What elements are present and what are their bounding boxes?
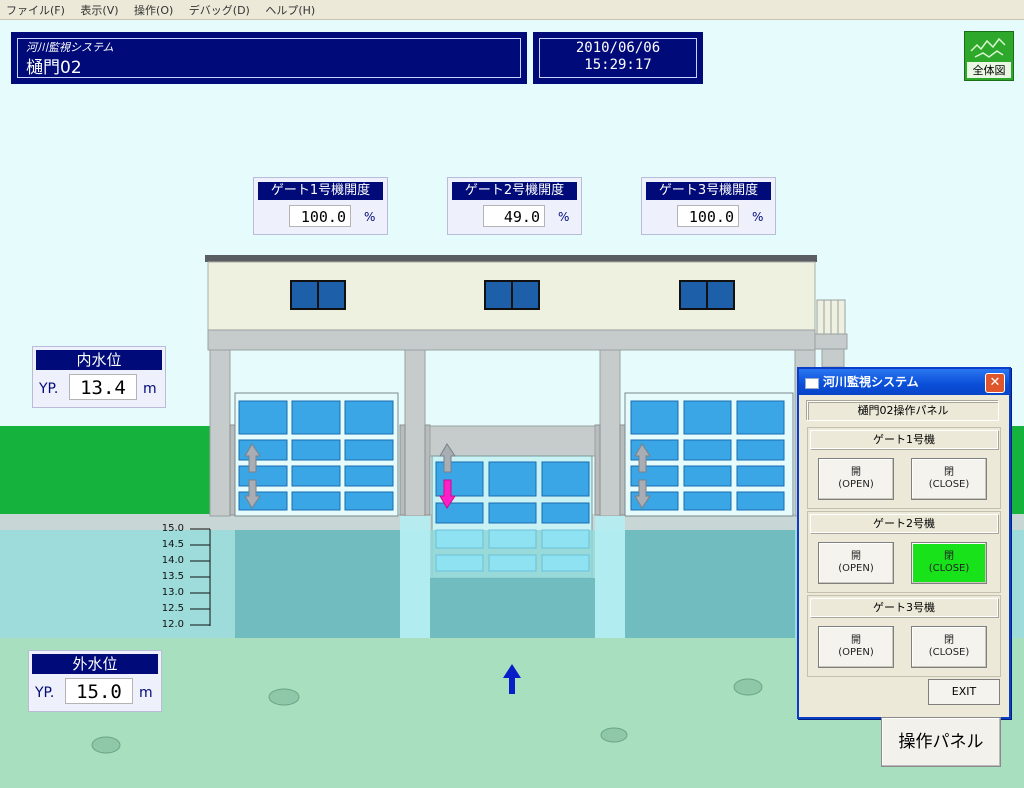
scale-label: 12.0: [161, 619, 184, 630]
gate-2-control-group: ゲート2号機 開 (OPEN) 閉 (CLOSE): [807, 511, 1001, 593]
inner-water-level-panel: 内水位 YP. 13.4 m: [32, 346, 166, 408]
current-time: 15:29:17: [584, 57, 652, 73]
outer-water-level-panel: 外水位 YP. 15.0 m: [28, 650, 162, 712]
button-line: 閉: [944, 467, 954, 478]
outer-water-label: 外水位: [32, 654, 158, 674]
scale-label: 13.5: [161, 571, 184, 582]
control-dialog: 河川監視システム ✕ 樋門02操作パネル ゲート1号機 開 (OPEN) 閉 (…: [797, 367, 1011, 719]
button-line: 閉: [944, 635, 954, 646]
gate-1-control-group: ゲート1号機 開 (OPEN) 閉 (CLOSE): [807, 427, 1001, 509]
gate-3-opening-label: ゲート3号機開度: [646, 182, 771, 200]
scale-label: 12.5: [161, 603, 184, 614]
inner-water-unit: m: [143, 381, 157, 397]
gate-3-open-button[interactable]: 開 (OPEN): [818, 626, 894, 668]
dialog-title-bar[interactable]: 河川監視システム: [799, 369, 1009, 395]
gate-2-opening-unit: %: [558, 210, 570, 224]
outer-water-value: 15.0: [65, 678, 133, 704]
button-line: (OPEN): [838, 479, 874, 490]
left-bank: [0, 426, 210, 516]
roof: [205, 255, 817, 262]
gate-3-control-group: ゲート3号機 開 (OPEN) 閉 (CLOSE): [807, 595, 1001, 677]
datetime-panel: 2010/06/06 15:29:17: [534, 33, 702, 83]
gate-1-opening-label: ゲート1号機開度: [258, 182, 383, 200]
overview-label: 全体図: [967, 62, 1011, 78]
menu-help[interactable]: ヘルプ(H): [259, 0, 321, 18]
button-line: (OPEN): [838, 563, 874, 574]
button-line: (OPEN): [838, 647, 874, 658]
outer-water-prefix: YP.: [35, 685, 55, 701]
facility-title-panel: 河川監視システム 樋門02: [12, 33, 526, 83]
inner-water-prefix: YP.: [39, 381, 59, 397]
menu-operation[interactable]: 操作(O): [128, 0, 179, 18]
gate-2-opening-gauge: ゲート2号機開度 49.0 %: [447, 177, 582, 235]
stair: [814, 299, 848, 368]
gate-2-close-button[interactable]: 閉 (CLOSE): [911, 542, 987, 584]
scale-labels: 15.0 14.5 14.0 13.5 13.0 12.5 12.0: [150, 521, 184, 633]
gate-3-group-label: ゲート3号機: [810, 598, 998, 617]
gate-3-opening-value: 100.0: [677, 205, 739, 227]
gate-1-opening-value: 100.0: [289, 205, 351, 227]
button-line: 開: [851, 635, 861, 646]
overview-map-button[interactable]: 全体図: [964, 31, 1014, 81]
operation-panel-button[interactable]: 操作パネル: [881, 717, 1001, 767]
menu-debug[interactable]: デバッグ(D): [183, 0, 256, 18]
menu-file[interactable]: ファイル(F): [0, 0, 71, 18]
facility-name: 樋門02: [26, 58, 82, 78]
button-line: (CLOSE): [928, 563, 970, 574]
gate-3-opening-unit: %: [752, 210, 764, 224]
gate-3-panel: [624, 392, 794, 517]
button-line: 開: [851, 467, 861, 478]
current-date: 2010/06/06: [575, 40, 661, 56]
panel-title: 樋門02操作パネル: [807, 401, 999, 421]
gate-1-close-button[interactable]: 閉 (CLOSE): [911, 458, 987, 500]
gate-3-opening-gauge: ゲート3号機開度 100.0 %: [641, 177, 776, 235]
dialog-title: 河川監視システム: [823, 375, 919, 389]
gate-2-open-button[interactable]: 開 (OPEN): [818, 542, 894, 584]
inner-water-label: 内水位: [36, 350, 162, 370]
window-icon: [805, 378, 819, 389]
inner-water-value: 13.4: [69, 374, 137, 400]
button-line: 開: [851, 551, 861, 562]
menu-bar: ファイル(F) 表示(V) 操作(O) デバッグ(D) ヘルプ(H): [0, 0, 1024, 20]
scale-label: 14.5: [161, 539, 184, 550]
button-line: (CLOSE): [928, 647, 970, 658]
close-icon[interactable]: ✕: [985, 373, 1005, 393]
gate-1-opening-gauge: ゲート1号機開度 100.0 %: [253, 177, 388, 235]
scale-label: 14.0: [161, 555, 184, 566]
map-icon: [970, 37, 1006, 58]
button-line: 閉: [944, 551, 954, 562]
button-line: (CLOSE): [928, 479, 970, 490]
scale-label: 13.0: [161, 587, 184, 598]
gate-1-opening-unit: %: [364, 210, 376, 224]
outer-water-unit: m: [139, 685, 153, 701]
scale-label: 15.0: [161, 523, 184, 534]
gate-2-opening-label: ゲート2号機開度: [452, 182, 577, 200]
beam: [207, 329, 816, 351]
gate-2-group-label: ゲート2号機: [810, 514, 998, 533]
gate-3-close-button[interactable]: 閉 (CLOSE): [911, 626, 987, 668]
gate-1-group-label: ゲート1号機: [810, 430, 998, 449]
gate-1-open-button[interactable]: 開 (OPEN): [818, 458, 894, 500]
menu-view[interactable]: 表示(V): [74, 0, 124, 18]
exit-button[interactable]: EXIT: [928, 679, 1000, 705]
gate-2-opening-value: 49.0: [483, 205, 545, 227]
